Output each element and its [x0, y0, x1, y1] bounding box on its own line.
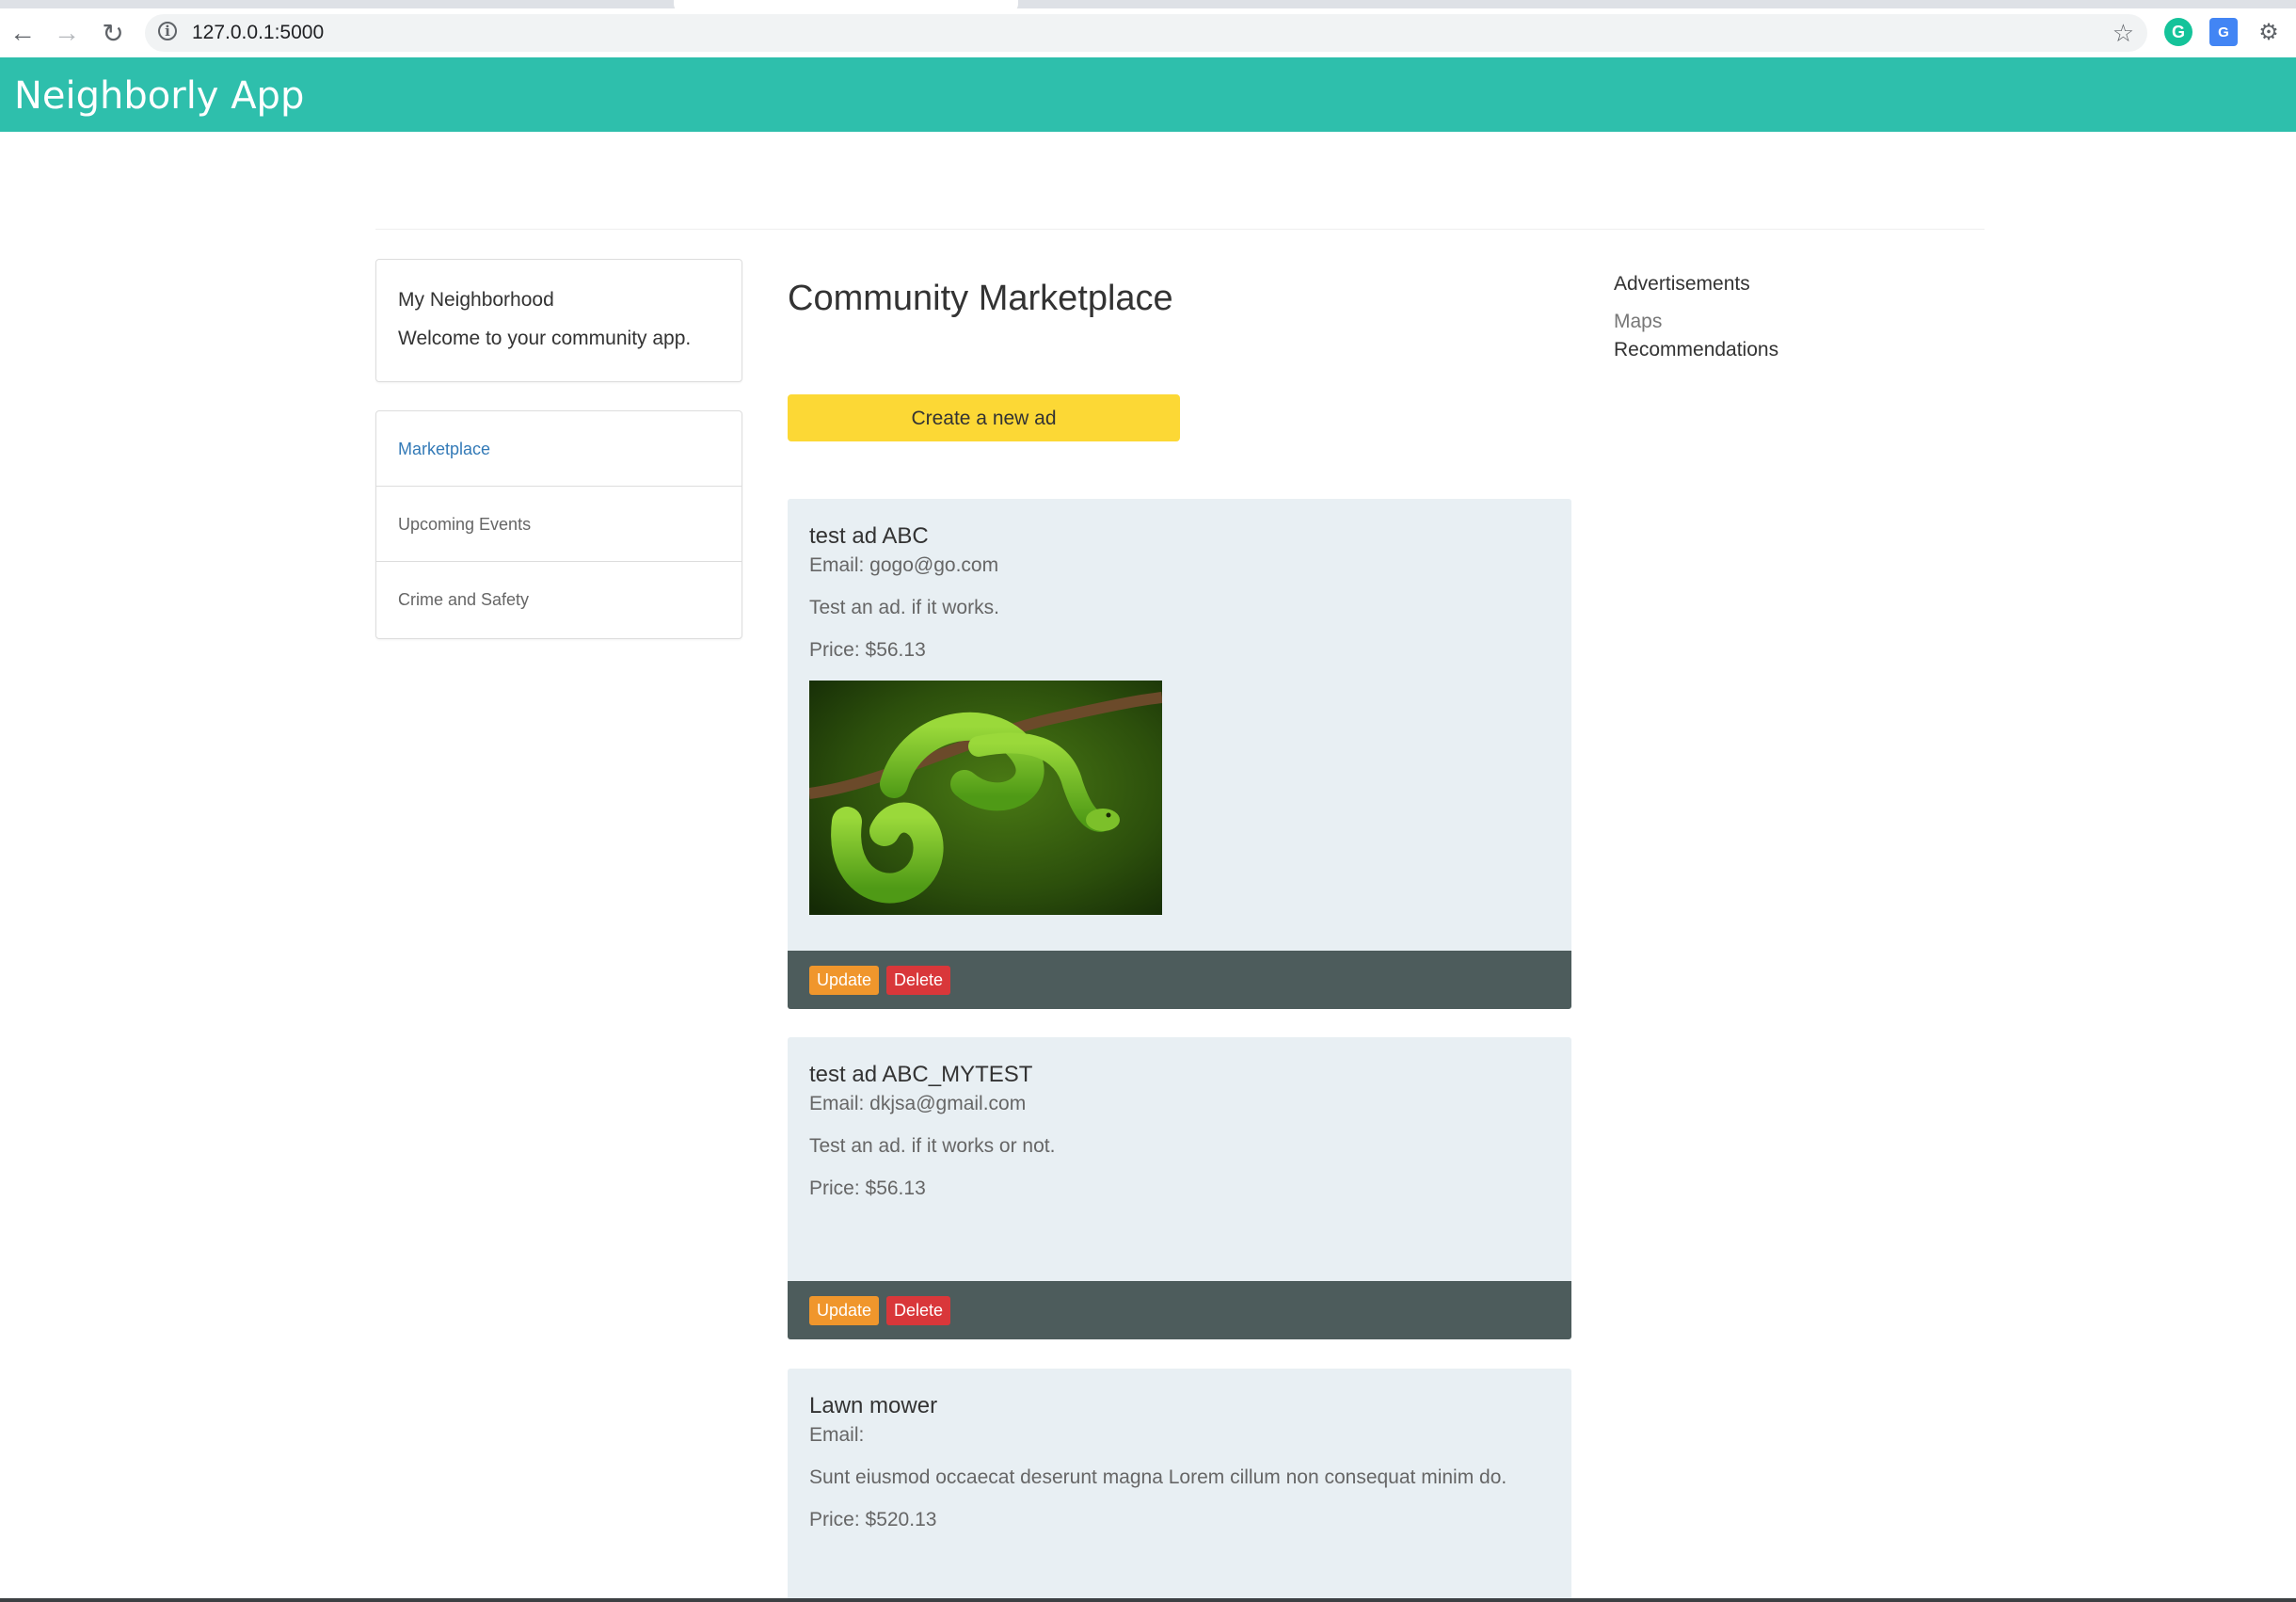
sidebar-item-marketplace[interactable]: Marketplace [376, 411, 741, 487]
url-text[interactable]: 127.0.0.1:5000 [192, 14, 324, 52]
reload-icon[interactable]: ↻ [90, 8, 136, 57]
neighborhood-title: My Neighborhood [398, 289, 554, 311]
sidebar-item-upcoming-events[interactable]: Upcoming Events [376, 487, 741, 562]
page-title: Community Marketplace [788, 279, 1173, 318]
ad-description: Sunt eiusmod occaecat deserunt magna Lor… [809, 1466, 1507, 1488]
ad-title: test ad ABC_MYTEST [809, 1062, 1033, 1087]
ad-email: Email: dkjsa@gmail.com [809, 1093, 1027, 1114]
ad-price: Price: $56.13 [809, 1177, 926, 1199]
translate-icon[interactable]: G [2209, 18, 2238, 46]
address-bar[interactable]: i 127.0.0.1:5000 ☆ [145, 14, 2147, 52]
sidebar-item-crime-and-safety[interactable]: Crime and Safety [376, 562, 741, 637]
back-arrow-icon[interactable]: ← [0, 8, 45, 57]
ad-title: Lawn mower [809, 1393, 938, 1418]
recommendations-link[interactable]: Recommendations [1614, 339, 1778, 361]
advertisements-title: Advertisements [1614, 273, 1750, 295]
window-bottom-edge [0, 1598, 2296, 1602]
browser-toolbar: ← → ↻ i 127.0.0.1:5000 ☆ G G ⚙ [0, 8, 2296, 57]
ad-price: Price: $520.13 [809, 1509, 937, 1530]
divider [375, 229, 1985, 230]
update-button[interactable]: Update [809, 1296, 880, 1325]
ad-price: Price: $56.13 [809, 639, 926, 661]
ad-card: Lawn mower Email: Sunt eiusmod occaecat … [788, 1369, 1571, 1602]
neighborhood-panel: My Neighborhood Welcome to your communit… [375, 259, 742, 382]
ad-description: Test an ad. if it works or not. [809, 1135, 1056, 1157]
delete-button[interactable]: Delete [886, 1296, 951, 1325]
puzzle-icon[interactable]: ⚙ [2255, 18, 2283, 46]
maps-link[interactable]: Maps [1614, 311, 1662, 333]
delete-button[interactable]: Delete [886, 966, 951, 995]
ad-email: Email: [809, 1424, 865, 1446]
ad-description: Test an ad. if it works. [809, 597, 999, 618]
app-title[interactable]: Neighborly App [14, 57, 304, 135]
ad-actions: Update Delete [788, 951, 1571, 1009]
app-header: Neighborly App [0, 57, 2296, 132]
info-icon[interactable]: i [158, 22, 177, 40]
ad-image-snake [809, 681, 1162, 915]
update-button[interactable]: Update [809, 966, 880, 995]
ad-card: test ad ABC Email: gogo@go.com Test an a… [788, 499, 1571, 1009]
ad-title: test ad ABC [809, 523, 929, 549]
welcome-text: Welcome to your community app. [398, 328, 692, 349]
star-icon[interactable]: ☆ [2113, 14, 2134, 52]
create-ad-button[interactable]: Create a new ad [788, 394, 1180, 441]
ad-actions: Update Delete [788, 1281, 1571, 1339]
ad-card: test ad ABC_MYTEST Email: dkjsa@gmail.co… [788, 1037, 1571, 1339]
sidebar-nav: Marketplace Upcoming Events Crime and Sa… [375, 410, 742, 639]
forward-arrow-icon[interactable]: → [44, 8, 89, 57]
grammarly-icon[interactable]: G [2164, 18, 2192, 46]
ad-email: Email: gogo@go.com [809, 554, 999, 576]
